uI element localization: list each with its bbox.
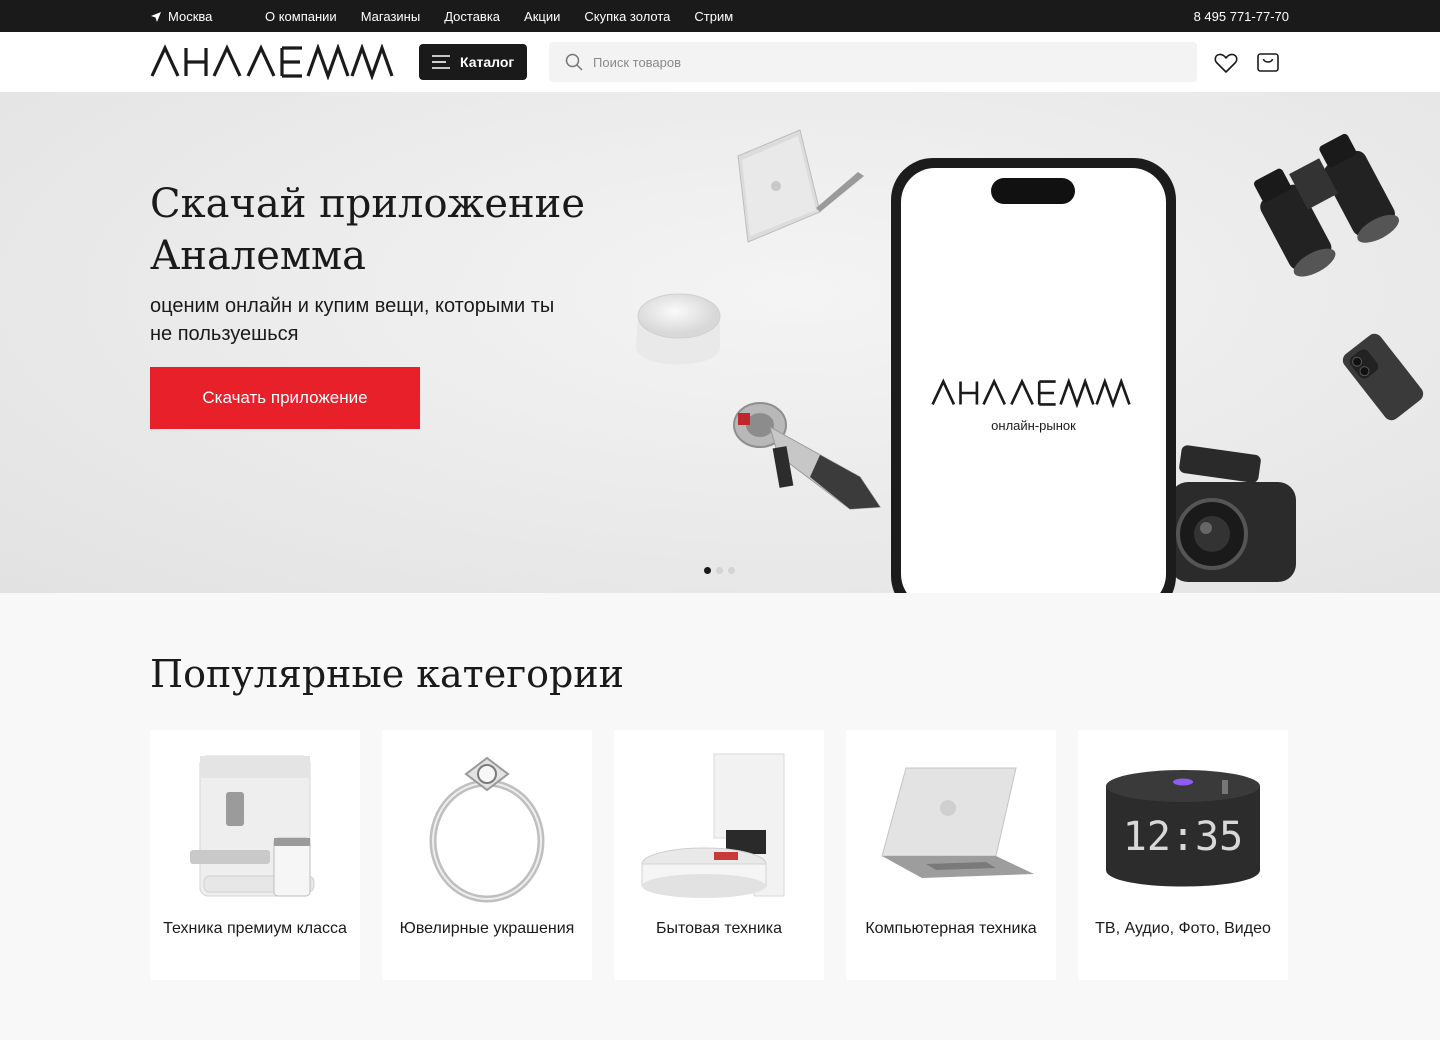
- slider-dot-3[interactable]: [728, 567, 735, 574]
- category-label: ТВ, Аудио, Фото, Видео: [1095, 920, 1271, 937]
- category-label: Ювелирные украшения: [399, 920, 575, 937]
- catalog-label: Каталог: [460, 54, 515, 70]
- catalog-button[interactable]: Каталог: [419, 44, 527, 80]
- dashcam-image: [1170, 445, 1296, 582]
- phone-notch: [991, 178, 1075, 204]
- slider-dot-2[interactable]: [716, 567, 723, 574]
- smartphone-image: [1342, 333, 1424, 421]
- location-arrow-icon: [151, 11, 161, 22]
- nav-delivery[interactable]: Доставка: [444, 9, 500, 24]
- cart-icon[interactable]: [1256, 50, 1282, 76]
- nav-promotions[interactable]: Акции: [524, 9, 560, 24]
- laptop-image: [737, 129, 864, 243]
- binoculars-image: [1254, 133, 1399, 277]
- category-card-jewelry[interactable]: Ювелирные украшения: [382, 730, 592, 980]
- heart-icon[interactable]: [1213, 50, 1239, 76]
- category-label: Бытовая техника: [655, 920, 783, 937]
- robot-vacuum-image: [641, 753, 785, 898]
- category-card-premium[interactable]: Техника премиум класса: [150, 730, 360, 980]
- phone-screen: онлайн-рынок: [901, 168, 1166, 593]
- category-card-appliances[interactable]: Бытовая техника: [614, 730, 824, 980]
- slider-dots: [704, 567, 735, 574]
- header: Каталог: [0, 32, 1440, 92]
- ring-image: [429, 756, 545, 903]
- search-bar: [549, 42, 1197, 82]
- search-input[interactable]: [593, 54, 1173, 70]
- download-app-button[interactable]: Скачать приложение: [150, 367, 420, 429]
- categories-title: Популярные категории: [150, 652, 624, 696]
- hero-title: Скачай приложение Аналемма: [150, 181, 585, 279]
- speaker-clock-digits: 12:35: [1123, 814, 1243, 860]
- laptop-image: [881, 767, 1034, 878]
- nav-stream[interactable]: Стрим: [694, 9, 733, 24]
- speaker-image: [636, 293, 721, 365]
- smart-speaker-clock-image: 12:35: [1106, 770, 1260, 887]
- category-label: Техника премиум класса: [163, 920, 347, 937]
- nav-stores[interactable]: Магазины: [361, 9, 421, 24]
- hero-subtitle: оценим онлайн и купим вещи, которыми ты …: [150, 295, 555, 345]
- category-cards: Техника премиум класса Ювелирные украшен…: [150, 730, 1288, 980]
- top-nav: О компании Магазины Доставка Акции Скупк…: [265, 9, 733, 24]
- coffee-machine-image: [190, 755, 315, 897]
- phone-app-logo: [931, 378, 1131, 408]
- angle-grinder-image: [733, 402, 881, 510]
- phone-mockup: онлайн-рынок: [891, 158, 1176, 593]
- city-label: Москва: [168, 9, 213, 24]
- search-icon: [565, 53, 583, 71]
- top-bar: Москва О компании Магазины Доставка Акци…: [0, 0, 1440, 32]
- menu-icon: [432, 55, 450, 69]
- phone-tagline: онлайн-рынок: [991, 418, 1076, 433]
- hero-banner: Скачай приложение Аналемма оценим онлайн…: [0, 92, 1440, 593]
- category-label: Компьютерная техника: [865, 920, 1037, 937]
- category-card-computers[interactable]: Компьютерная техника: [846, 730, 1056, 980]
- nav-gold-buyback[interactable]: Скупка золота: [584, 9, 670, 24]
- category-card-tv-audio[interactable]: 12:35 ТВ, Аудио, Фото, Видео: [1078, 730, 1288, 980]
- city-selector[interactable]: Москва: [150, 9, 212, 24]
- phone-number[interactable]: 8 495 771-77-70: [1194, 9, 1289, 24]
- slider-dot-1[interactable]: [704, 567, 711, 574]
- nav-about[interactable]: О компании: [265, 9, 337, 24]
- logo[interactable]: [150, 44, 400, 80]
